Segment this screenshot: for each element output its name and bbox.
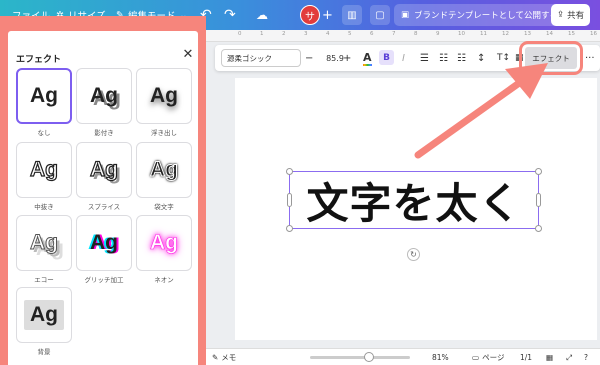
notes-button[interactable]: ✎ メモ: [212, 349, 236, 365]
pages-button[interactable]: ▭ ページ: [472, 349, 504, 365]
comment-icon[interactable]: ▢: [370, 5, 390, 25]
effect-option-label: 中抜き: [34, 203, 54, 211]
insights-icon[interactable]: ▥: [342, 5, 362, 25]
effect-option-label: エコー: [34, 276, 54, 284]
rotate-icon[interactable]: ↻: [407, 248, 420, 261]
ruler-tick-label: 15: [568, 31, 575, 37]
font-size-decrease-button[interactable]: −: [305, 45, 313, 71]
effect-preview: Ag: [30, 84, 58, 107]
effect-preview: Ag: [90, 84, 118, 107]
publish-label: ブランドテンプレートとして公開する: [414, 11, 559, 21]
resize-handle[interactable]: [535, 225, 542, 232]
canvas-text[interactable]: 文字を太く: [290, 172, 538, 228]
close-icon[interactable]: ✕: [180, 47, 196, 63]
ruler-tick-label: 16: [590, 31, 597, 37]
ruler-tick-label: 13: [524, 31, 531, 37]
effect-preview: Ag: [24, 300, 64, 330]
grid-view-icon[interactable]: ▦: [546, 349, 553, 365]
effect-option[interactable]: Ag: [136, 68, 192, 124]
effect-option-label: 浮き出し: [151, 129, 177, 137]
effects-panel-highlight: エフェクト ✕ Ag なし Ag 影付き Ag 浮き出し Ag 中抜き Ag スプライス Ag 袋文字…: [0, 16, 206, 365]
zoom-slider-handle[interactable]: [364, 352, 374, 362]
ruler-tick-label: 3: [304, 31, 308, 37]
selected-text-box[interactable]: 文字を太く: [286, 168, 542, 232]
effect-preview: Ag: [29, 157, 58, 181]
share-label: 共有: [567, 11, 585, 21]
ruler-tick-label: 8: [414, 31, 418, 37]
text-color-glyph: A: [363, 50, 372, 66]
effect-preview: Ag: [150, 231, 179, 255]
effect-option-label: 袋文字: [154, 203, 174, 211]
zoom-slider[interactable]: [310, 356, 410, 359]
fullscreen-icon[interactable]: ⤢: [566, 349, 572, 365]
ruler-tick-label: 0: [238, 31, 242, 37]
ruler-tick-label: 10: [458, 31, 465, 37]
notes-label: メモ: [221, 353, 237, 362]
zoom-level[interactable]: 81%: [432, 349, 449, 365]
pencil-icon: ✎: [212, 353, 219, 362]
effect-preview: Ag: [89, 157, 118, 181]
ruler-tick-label: 5: [348, 31, 352, 37]
effects-panel: エフェクト ✕ Ag なし Ag 影付き Ag 浮き出し Ag 中抜き Ag スプライス Ag 袋文字…: [8, 31, 198, 365]
effect-preview: Ag: [150, 158, 179, 182]
font-family-select[interactable]: 源柔ゴシック: [221, 49, 301, 67]
effect-preview: Ag: [150, 84, 178, 107]
panel-title: エフェクト: [16, 55, 62, 65]
pages-icon: ▭: [472, 353, 480, 362]
page-count: 1/1: [520, 353, 533, 362]
effect-option[interactable]: Ag: [76, 68, 132, 124]
side-handle[interactable]: [287, 193, 292, 207]
effect-option-label: グリッチ加工: [84, 276, 124, 284]
ruler-tick-label: 4: [326, 31, 330, 37]
cloud-save-icon[interactable]: ☁: [256, 0, 268, 30]
effect-option-label: 影付き: [94, 129, 114, 137]
share-button[interactable]: ⇪ 共有: [551, 4, 591, 26]
resize-handle[interactable]: [535, 168, 542, 175]
ruler-tick-label: 2: [282, 31, 286, 37]
effect-option[interactable]: Ag: [136, 142, 192, 198]
font-size-increase-button[interactable]: +: [343, 45, 351, 71]
avatar[interactable]: サ: [300, 5, 320, 25]
more-options-icon[interactable]: ···: [585, 45, 595, 71]
annotation-arrow: [414, 63, 548, 159]
add-collaborator-icon[interactable]: +: [322, 0, 333, 30]
effect-preview: Ag: [90, 231, 118, 254]
bold-button[interactable]: B: [379, 50, 394, 65]
effect-option[interactable]: Ag: [16, 68, 72, 124]
effect-option[interactable]: Ag: [16, 142, 72, 198]
text-color-icon[interactable]: A: [363, 45, 372, 71]
ruler-tick-label: 9: [436, 31, 440, 37]
effect-option[interactable]: Ag: [16, 215, 72, 271]
bottom-bar: ✎ メモ 81% ▭ ページ 1/1 ▦ ⤢ ?: [206, 348, 600, 365]
resize-handle[interactable]: [286, 225, 293, 232]
effect-option[interactable]: Ag: [76, 215, 132, 271]
ruler-tick-label: 6: [370, 31, 374, 37]
side-handle[interactable]: [536, 193, 541, 207]
effect-option[interactable]: Ag: [16, 287, 72, 343]
ruler-tick-label: 11: [480, 31, 487, 37]
redo-icon[interactable]: ↷: [224, 0, 236, 30]
template-icon: ▣: [401, 10, 410, 20]
effect-preview: Ag: [30, 231, 59, 255]
ruler-tick-label: 14: [546, 31, 553, 37]
pages-label: ページ: [482, 353, 505, 362]
publish-brand-template-button[interactable]: ▣ ブランドテンプレートとして公開する: [394, 4, 566, 26]
italic-button[interactable]: I: [402, 45, 405, 71]
help-icon[interactable]: ?: [584, 349, 588, 365]
effect-option-label: ネオン: [154, 276, 174, 284]
ruler-tick-label: 12: [502, 31, 509, 37]
resize-handle[interactable]: [286, 168, 293, 175]
effect-option[interactable]: Ag: [136, 215, 192, 271]
ruler-tick-label: 1: [260, 31, 264, 37]
upload-icon: ⇪: [557, 10, 565, 20]
ruler: 0 1 2 3 4 5 6 7 8 9 10 11 12 13 14 15 16: [206, 30, 600, 42]
effect-option-label: スプライス: [87, 203, 121, 211]
effect-option[interactable]: Ag: [76, 142, 132, 198]
effect-option-label: 背景: [37, 348, 51, 356]
effect-option-label: なし: [37, 129, 51, 137]
ruler-tick-label: 7: [392, 31, 396, 37]
